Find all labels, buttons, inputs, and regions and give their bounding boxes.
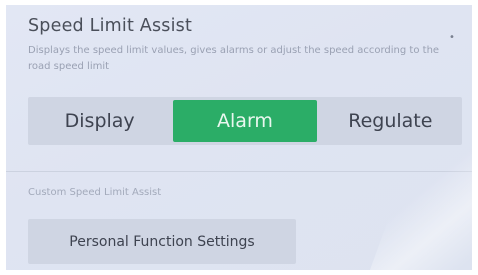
setting-title: Speed Limit Assist [28, 16, 193, 36]
custom-section-label: Custom Speed Limit Assist [28, 187, 162, 198]
mode-option-regulate[interactable]: Regulate [319, 97, 462, 145]
personal-function-settings-button[interactable]: Personal Function Settings [28, 219, 296, 264]
mode-selector: Display Alarm Regulate [28, 97, 462, 145]
info-dot-icon[interactable]: • [448, 33, 456, 43]
setting-description: Displays the speed limit values, gives a… [28, 45, 440, 72]
mode-option-display[interactable]: Display [28, 97, 171, 145]
section-divider [6, 171, 472, 172]
mode-option-alarm[interactable]: Alarm [173, 100, 317, 142]
speed-limit-assist-panel: Speed Limit Assist • Displays the speed … [6, 5, 472, 270]
